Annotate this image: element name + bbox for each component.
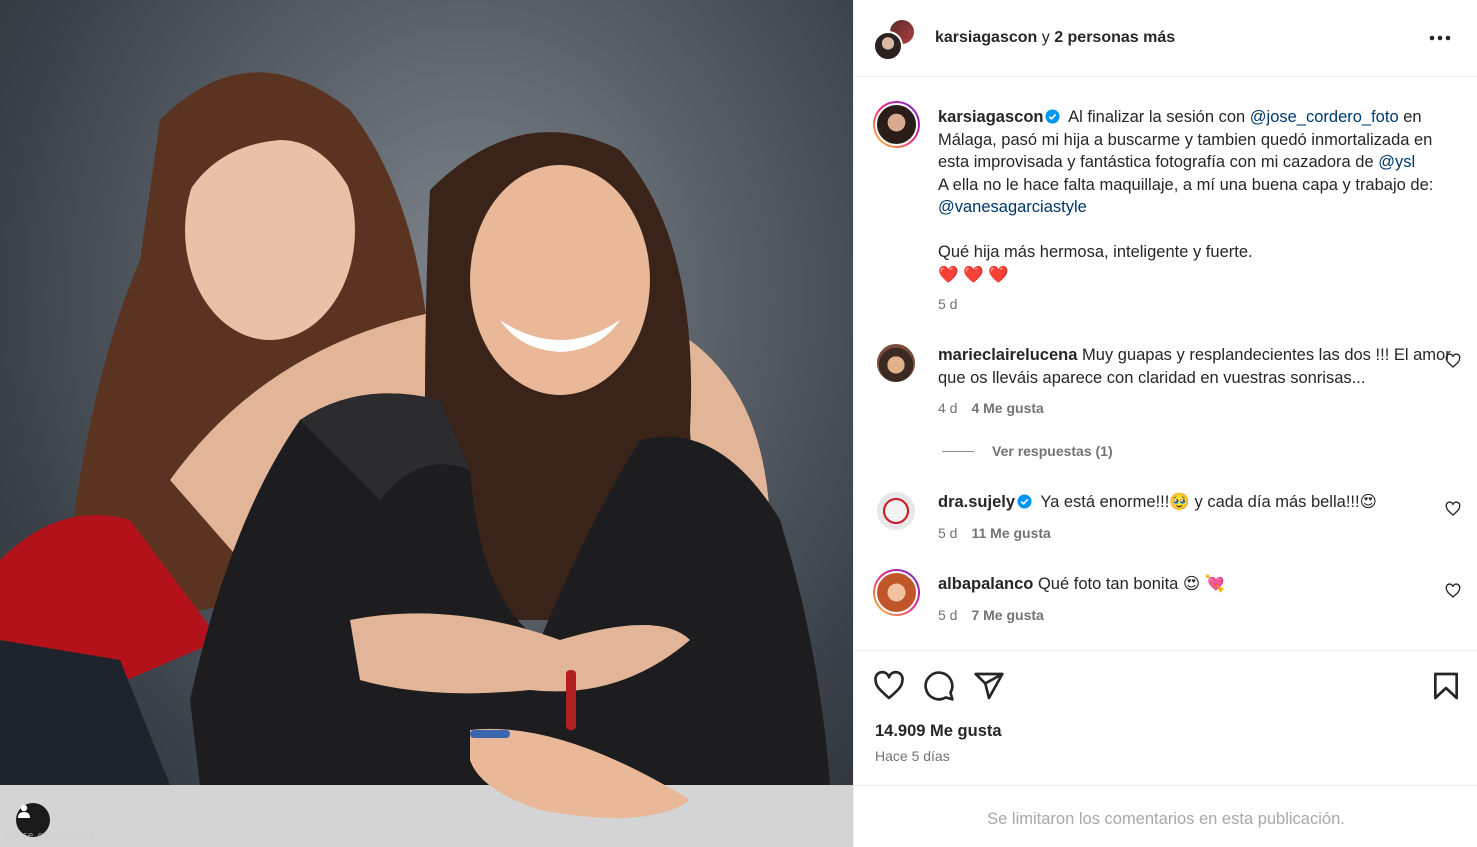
caption-age: 5 d — [938, 296, 957, 312]
comment-like-heart-icon[interactable] — [1445, 583, 1461, 599]
comment-likes[interactable]: 7 Me gusta — [971, 607, 1043, 623]
coauthors-connector: y — [1041, 29, 1050, 46]
more-options-icon — [1429, 35, 1451, 41]
comment-meta: 5 d 7 Me gusta — [938, 607, 1044, 623]
coauthors-more-link[interactable]: 2 personas más — [1054, 29, 1175, 46]
post-actions: 14.909 Me gusta Hace 5 días — [854, 650, 1477, 786]
comment-text: marieclairelucena Muy guapas y resplande… — [938, 344, 1463, 389]
post-dialog: @jose_cordero_foto karsiagascon y 2 pers… — [0, 0, 1477, 847]
more-options-button[interactable] — [1425, 27, 1455, 49]
comment-icon[interactable] — [923, 670, 955, 702]
comment-meta: 5 d 11 Me gusta — [938, 525, 1051, 541]
comment-avatar-marieclairelucena[interactable] — [875, 342, 917, 384]
author-username[interactable]: karsiagascon — [935, 29, 1037, 46]
comment-likes[interactable]: 4 Me gusta — [971, 400, 1043, 416]
caption-text: karsiagascon Al finalizar la sesión con … — [938, 106, 1463, 286]
caption-hearts: ❤️ ❤️ ❤️ — [938, 265, 1009, 284]
view-replies-button[interactable]: Ver respuestas (1) — [942, 443, 1113, 459]
post-side-panel: karsiagascon y 2 personas más karsiagasc… — [853, 0, 1477, 847]
caption-part-3: A ella no le hace falta maquillaje, a mí… — [938, 175, 1434, 194]
photo-watermark: @jose_cordero_foto — [6, 831, 95, 841]
author-avatar[interactable] — [873, 31, 903, 61]
view-replies-label: Ver respuestas (1) — [992, 443, 1113, 459]
comment-age: 4 d — [938, 400, 958, 416]
caption-username[interactable]: karsiagascon — [938, 108, 1043, 126]
comment-like-heart-icon[interactable] — [1445, 353, 1461, 369]
comment-text: dra.sujely Ya está enorme!!!🥹 y cada día… — [938, 491, 1463, 514]
user-tag-icon — [18, 804, 30, 818]
comment-like-heart-icon[interactable] — [1445, 501, 1461, 517]
share-icon[interactable] — [973, 670, 1005, 702]
caption-part-4: Qué hija más hermosa, inteligente y fuer… — [938, 243, 1253, 261]
mention-ysl[interactable]: @ysl — [1378, 153, 1415, 171]
replies-divider — [942, 450, 974, 452]
post-header: karsiagascon y 2 personas más — [854, 0, 1477, 77]
comment-text: albapalanco Qué foto tan bonita 😍 💘 — [938, 573, 1463, 596]
mention-vanesagarciastyle[interactable]: @vanesagarciastyle — [938, 198, 1087, 216]
comment-likes[interactable]: 11 Me gusta — [971, 525, 1050, 541]
comment-avatar-albapalanco[interactable] — [873, 569, 920, 616]
verified-badge-icon — [1045, 109, 1061, 124]
comments-list[interactable]: karsiagascon Al finalizar la sesión con … — [854, 78, 1477, 650]
comment-age: 5 d — [938, 525, 958, 541]
mention-jose-cordero[interactable]: @jose_cordero_foto — [1250, 108, 1399, 126]
comment-username[interactable]: marieclairelucena — [938, 346, 1077, 364]
comment-age: 5 d — [938, 607, 958, 623]
post-time: Hace 5 días — [875, 748, 950, 764]
heart-icon[interactable] — [873, 670, 905, 702]
comment-body: Ya está enorme!!!🥹 y cada día más bella!… — [1040, 493, 1377, 511]
comment-meta: 4 d 4 Me gusta — [938, 400, 1044, 416]
caption-age-value: 5 d — [938, 296, 958, 312]
caption-avatar[interactable] — [873, 101, 920, 148]
bookmark-icon[interactable] — [1430, 670, 1462, 702]
comment-body: Qué foto tan bonita 😍 💘 — [1037, 575, 1226, 593]
comment-username[interactable]: albapalanco — [938, 575, 1033, 593]
caption-part-1: Al finalizar la sesión con — [1068, 108, 1246, 126]
likes-count[interactable]: 14.909 Me gusta — [875, 722, 1002, 741]
comments-limited-notice: Se limitaron los comentarios en esta pub… — [987, 810, 1345, 828]
post-authors: karsiagascon y 2 personas más — [935, 29, 1175, 47]
verified-badge-icon — [1017, 494, 1032, 509]
photo-illustration — [0, 72, 853, 847]
post-photo[interactable]: @jose_cordero_foto — [0, 0, 853, 847]
comment-username[interactable]: dra.sujely — [938, 493, 1015, 511]
comment-avatar-dra-sujely[interactable] — [875, 490, 917, 532]
